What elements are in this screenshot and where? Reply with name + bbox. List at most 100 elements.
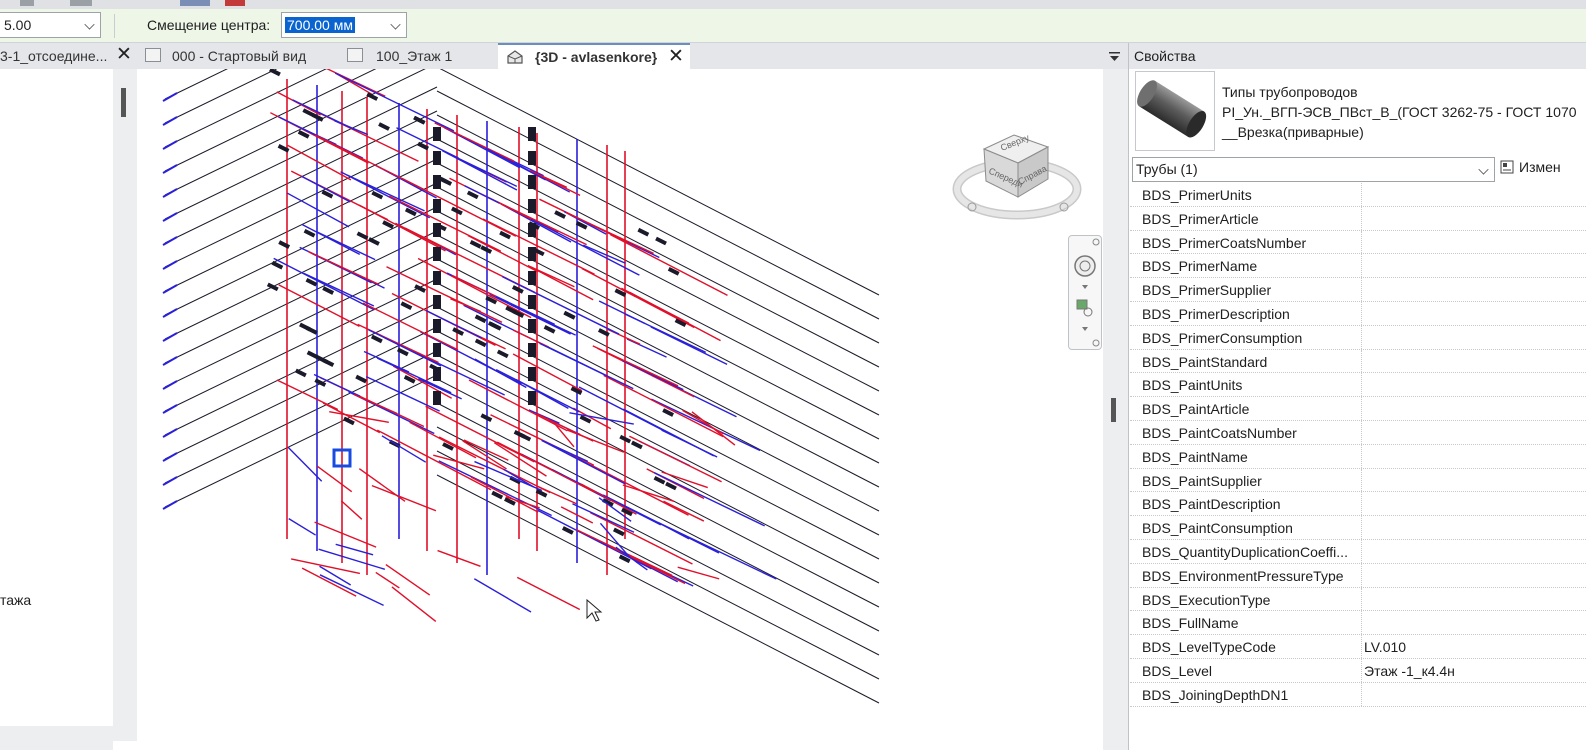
property-row[interactable]: BDS_PrimerDescription [1130, 301, 1586, 326]
view-icon [145, 48, 161, 62]
property-row[interactable]: BDS_PrimerCoatsNumber [1130, 230, 1586, 255]
pipe-fitting [299, 322, 311, 332]
chevron-down-icon[interactable] [1082, 285, 1088, 289]
offset-combo[interactable]: 700.00 мм [281, 12, 407, 38]
pipe-branch [535, 172, 581, 197]
tab-floor-plan[interactable]: 100_Этаж 1 [340, 43, 495, 69]
pipe-fitting [637, 227, 650, 237]
ribbon-icon[interactable] [70, 0, 92, 6]
riser-equipment [528, 199, 536, 213]
property-row[interactable]: BDS_PrimerSupplier [1130, 278, 1586, 302]
property-row[interactable]: BDS_EnvironmentPressureType [1130, 563, 1586, 588]
pipe-fitting [322, 286, 335, 295]
pipe-fitting [294, 368, 307, 378]
pipe-fitting [496, 349, 509, 359]
navigation-bar-icons [1074, 238, 1100, 347]
pipe-fitting [487, 321, 500, 330]
pipe-basement [566, 429, 625, 453]
pipe-fitting [469, 240, 482, 249]
pipe-branch [657, 521, 777, 580]
tab-start-view[interactable]: 000 - Стартовый вид [139, 43, 339, 69]
property-row[interactable]: BDS_JoiningDepthDN1 [1130, 682, 1586, 707]
viewcube[interactable]: Сверху Спереди Справа [952, 117, 1082, 227]
pipe-branch [313, 373, 361, 397]
level-line [436, 474, 880, 704]
close-icon[interactable]: ✕ [668, 47, 684, 67]
tab-project-browser[interactable]: 3-1_отсоедине... ✕ [0, 43, 136, 69]
column-divider [1361, 397, 1362, 420]
browser-scroll-thumb[interactable] [121, 88, 126, 117]
property-row[interactable]: BDS_LevelTypeCode LV.010 [1130, 635, 1586, 659]
property-row[interactable]: BDS_FullName [1130, 611, 1586, 636]
pipe-branch [292, 99, 355, 131]
property-row[interactable]: BDS_PaintName [1130, 444, 1586, 469]
property-row[interactable]: BDS_PrimerUnits [1130, 183, 1586, 207]
pipe-branch [368, 329, 442, 367]
property-row[interactable]: BDS_PaintUnits [1130, 373, 1586, 398]
pipe-fitting [451, 206, 463, 216]
pipe-branch [388, 195, 502, 252]
property-row[interactable]: BDS_PrimerConsumption [1130, 325, 1586, 350]
pipe-basement [391, 586, 437, 622]
pipe-branch [650, 326, 728, 366]
pipe-fitting [561, 526, 574, 535]
chevron-down-icon[interactable] [84, 19, 95, 30]
tab-menu-icon[interactable] [1109, 52, 1121, 62]
ribbon-icon[interactable] [20, 0, 34, 6]
property-row[interactable]: BDS_PaintStandard [1130, 349, 1586, 374]
zoom-icon[interactable] [1076, 299, 1088, 310]
level-marker [162, 188, 178, 198]
property-row[interactable]: BDS_PaintArticle [1130, 397, 1586, 421]
level-line [436, 426, 880, 656]
level-marker [162, 212, 178, 222]
riser-equipment [528, 319, 536, 333]
offset-value[interactable]: 700.00 мм [285, 17, 355, 33]
property-row[interactable]: BDS_PaintDescription [1130, 492, 1586, 517]
pipe-branch [592, 345, 679, 387]
column-divider [1361, 254, 1362, 278]
property-row[interactable]: BDS_ExecutionType [1130, 587, 1586, 612]
property-row[interactable]: BDS_PrimerName [1130, 254, 1586, 279]
browser-scrollbar[interactable] [113, 69, 137, 741]
property-row[interactable]: BDS_PaintCoatsNumber [1130, 420, 1586, 445]
scale-combo[interactable]: 5.00 [0, 12, 101, 38]
pipe-branch [541, 439, 589, 463]
property-row[interactable]: BDS_PaintSupplier [1130, 468, 1586, 493]
level-marker [162, 92, 178, 102]
column-divider [1361, 420, 1362, 444]
property-name: BDS_PrimerUnits [1142, 187, 1252, 203]
property-row[interactable]: BDS_PrimerArticle [1130, 206, 1586, 231]
close-icon[interactable]: ✕ [116, 45, 132, 65]
pipe-branch [621, 287, 690, 324]
pipe-basement [553, 421, 575, 448]
riser-equipment [528, 247, 536, 261]
riser-equipment [433, 127, 441, 141]
pipe-type-icon [1135, 71, 1215, 151]
pipe-fitting [612, 527, 625, 537]
pipe-fitting [665, 481, 677, 491]
property-value[interactable]: LV.010 [1364, 639, 1406, 655]
element-filter-combo[interactable]: Трубы (1) [1132, 157, 1495, 182]
riser-equipment [528, 151, 536, 165]
pipe-fitting [452, 327, 464, 336]
chevron-down-icon[interactable] [1478, 164, 1489, 175]
property-row[interactable]: BDS_Level Этаж -1_к4.4н [1130, 658, 1586, 683]
pipe-basement [516, 576, 581, 611]
ribbon-icon[interactable] [180, 0, 210, 6]
property-value[interactable]: Этаж -1_к4.4н [1364, 663, 1455, 679]
browser-item[interactable]: тажа [0, 592, 31, 608]
house-3d-icon [507, 50, 523, 64]
chevron-down-icon[interactable] [390, 19, 401, 30]
steering-wheel-icon[interactable] [1074, 255, 1096, 277]
property-row[interactable]: BDS_PaintConsumption [1130, 516, 1586, 540]
view-canvas-3d[interactable]: Сверху Спереди Справа [137, 0, 1103, 750]
ribbon-icon[interactable] [225, 0, 245, 6]
tab-label: 3-1_отсоедине... [0, 48, 108, 64]
level-line [164, 0, 371, 100]
property-row[interactable]: BDS_QuantityDuplicationCoeffi... [1130, 539, 1586, 564]
tab-3d-view[interactable]: {3D - avlasenkore} ✕ [498, 43, 690, 69]
canvas-scroll-thumb[interactable] [1111, 398, 1116, 422]
riser-equipment [433, 151, 441, 165]
chevron-down-icon[interactable] [1082, 327, 1088, 331]
pipe-fitting [355, 374, 368, 384]
